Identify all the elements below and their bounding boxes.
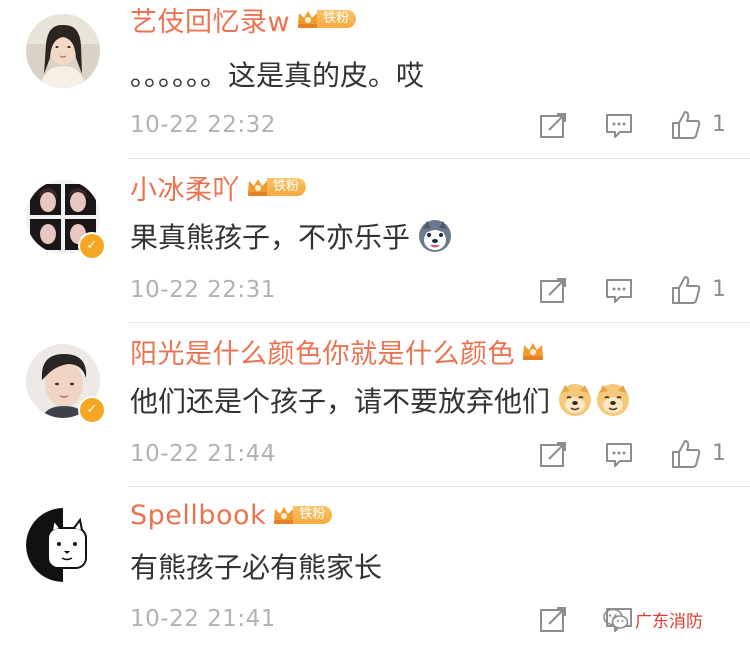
divider (128, 158, 750, 159)
username[interactable]: 阳光是什么颜色你就是什么颜色 (130, 332, 515, 371)
comment-content: 有熊孩子必有熊家长 (130, 551, 383, 584)
crown-icon (523, 343, 543, 360)
avatar[interactable] (26, 14, 100, 88)
avatar[interactable] (26, 508, 100, 582)
like-icon[interactable] (670, 109, 702, 141)
comment-item: ✓ 小冰柔吖 铁粉 果真熊孩子，不亦乐乎 10-22 22:31 1 (0, 160, 750, 324)
badge-label: 铁粉 (317, 10, 357, 28)
comment-text: 他们还是个孩子，请不要放弃他们 (130, 380, 630, 420)
doge-emoji-icon (559, 384, 592, 416)
comment-content: 他们还是个孩子，请不要放弃他们 (130, 385, 551, 418)
like-count: 1 (712, 441, 726, 466)
like-count: 1 (712, 277, 726, 302)
repost-icon[interactable] (538, 276, 568, 306)
fan-badge[interactable]: 铁粉 (296, 8, 357, 30)
username[interactable]: 小冰柔吖 (130, 168, 240, 207)
comment-icon[interactable] (604, 440, 634, 470)
username-row: Spellbook 铁粉 (130, 498, 333, 532)
comment-item: 艺伎回忆录w 铁粉 。。。。。。这是真的皮。哎 10-22 22:32 1 (0, 0, 750, 160)
badge-label: 铁粉 (293, 506, 333, 524)
like-icon[interactable] (670, 438, 702, 470)
comment-content: 果真熊孩子，不亦乐乎 (130, 221, 411, 254)
timestamp: 10-22 22:31 (130, 277, 276, 303)
repost-icon[interactable] (538, 111, 568, 141)
badge-label: 铁粉 (267, 178, 307, 196)
comment-icon[interactable] (604, 276, 634, 306)
divider (128, 486, 750, 487)
comment-text: 果真熊孩子，不亦乐乎 (130, 216, 452, 256)
timestamp: 10-22 21:41 (130, 606, 276, 632)
comment-text: 有熊孩子必有熊家长 (130, 546, 382, 586)
repost-icon[interactable] (538, 605, 568, 635)
husky-emoji-icon (419, 220, 452, 252)
verified-badge-icon: ✓ (78, 232, 106, 260)
username-row: 阳光是什么颜色你就是什么颜色 (130, 332, 545, 371)
wechat-icon (603, 608, 629, 629)
wechat-watermark: 广东消防 (603, 604, 703, 634)
like-icon[interactable] (670, 274, 702, 306)
username[interactable]: 艺伎回忆录w (130, 0, 290, 39)
username[interactable]: Spellbook (130, 500, 266, 531)
timestamp: 10-22 22:32 (130, 112, 276, 138)
verified-badge-icon: ✓ (78, 396, 106, 424)
username-row: 小冰柔吖 铁粉 (130, 168, 307, 207)
watermark-label: 广东消防 (635, 611, 703, 632)
doge-emoji-icon (597, 384, 630, 416)
fan-badge[interactable]: 铁粉 (246, 176, 307, 198)
username-row: 艺伎回忆录w 铁粉 (130, 0, 357, 39)
comment-text: 。。。。。。这是真的皮。哎 (130, 54, 424, 94)
like-count: 1 (712, 112, 726, 137)
comment-content: 。。。。。。这是真的皮。哎 (130, 59, 425, 92)
timestamp: 10-22 21:44 (130, 441, 276, 467)
comment-item: ✓ 阳光是什么颜色你就是什么颜色 他们还是个孩子，请不要放弃他们 10-22 2… (0, 324, 750, 488)
repost-icon[interactable] (538, 440, 568, 470)
fan-badge[interactable] (521, 340, 545, 362)
fan-badge[interactable]: 铁粉 (272, 504, 333, 526)
comment-icon[interactable] (604, 111, 634, 141)
divider (128, 322, 750, 323)
